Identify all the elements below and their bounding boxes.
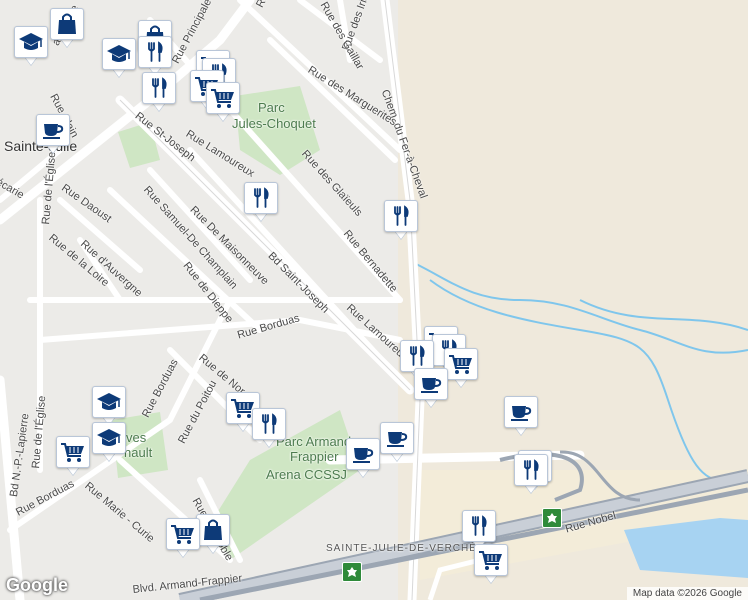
shopping-cart-icon bbox=[210, 87, 236, 109]
restaurant-icon bbox=[144, 41, 166, 63]
restaurant-marker[interactable] bbox=[138, 36, 172, 76]
highway-shield-icon bbox=[542, 508, 562, 528]
cafe-icon bbox=[385, 428, 409, 448]
shopping-cart-marker[interactable] bbox=[56, 436, 90, 476]
shopping-cart-icon bbox=[478, 549, 504, 571]
cafe-icon bbox=[419, 374, 443, 394]
education-icon bbox=[18, 31, 44, 53]
place-label: Parc Armand- bbox=[276, 434, 356, 449]
shopping-cart-marker[interactable] bbox=[206, 82, 240, 122]
place-label: Frappier bbox=[290, 449, 339, 464]
shopping-cart-icon bbox=[170, 523, 196, 545]
map-canvas[interactable]: Rue Principaleaint-JulieRue desRue des I… bbox=[0, 0, 748, 600]
restaurant-marker[interactable] bbox=[384, 200, 418, 240]
education-icon bbox=[106, 43, 132, 65]
place-label: Arena CCSSJ bbox=[266, 467, 347, 482]
place-label: ves bbox=[126, 430, 147, 445]
map-attribution[interactable]: Map data ©2026 Google bbox=[626, 587, 748, 600]
google-logo[interactable]: Google bbox=[6, 575, 68, 596]
shopping-bag-marker[interactable] bbox=[196, 514, 230, 554]
restaurant-marker[interactable] bbox=[252, 408, 286, 448]
restaurant-icon bbox=[390, 205, 412, 227]
education-icon bbox=[96, 391, 122, 413]
restaurant-icon bbox=[250, 187, 272, 209]
restaurant-marker[interactable] bbox=[514, 454, 548, 494]
restaurant-icon bbox=[258, 413, 280, 435]
shopping-cart-marker[interactable] bbox=[166, 518, 200, 558]
shopping-bag-marker[interactable] bbox=[50, 8, 84, 48]
education-marker[interactable] bbox=[92, 422, 126, 462]
cafe-marker[interactable] bbox=[346, 438, 380, 478]
restaurant-icon bbox=[148, 77, 170, 99]
shopping-cart-marker[interactable] bbox=[444, 348, 478, 388]
place-label: nault bbox=[124, 445, 153, 460]
cafe-marker[interactable] bbox=[504, 396, 538, 436]
place-label: Jules-Choquet bbox=[232, 116, 316, 131]
education-icon bbox=[96, 427, 122, 449]
place-label: Parc bbox=[258, 100, 285, 115]
education-marker[interactable] bbox=[102, 38, 136, 78]
highway-shield-icon bbox=[342, 562, 362, 582]
shopping-cart-marker[interactable] bbox=[474, 544, 508, 584]
restaurant-icon bbox=[520, 459, 542, 481]
cafe-icon bbox=[509, 402, 533, 422]
education-marker[interactable] bbox=[14, 26, 48, 66]
shopping-cart-icon bbox=[60, 441, 86, 463]
shopping-cart-icon bbox=[448, 353, 474, 375]
shopping-bag-icon bbox=[202, 518, 224, 542]
restaurant-marker[interactable] bbox=[244, 182, 278, 222]
shopping-bag-icon bbox=[56, 12, 78, 36]
restaurant-marker[interactable] bbox=[142, 72, 176, 112]
cafe-marker[interactable] bbox=[36, 114, 70, 154]
restaurant-icon bbox=[468, 515, 490, 537]
cafe-icon bbox=[41, 120, 65, 140]
cafe-icon bbox=[351, 444, 375, 464]
restaurant-icon bbox=[406, 345, 428, 367]
cafe-marker[interactable] bbox=[414, 368, 448, 408]
cafe-marker[interactable] bbox=[380, 422, 414, 462]
education-marker[interactable] bbox=[92, 386, 126, 426]
